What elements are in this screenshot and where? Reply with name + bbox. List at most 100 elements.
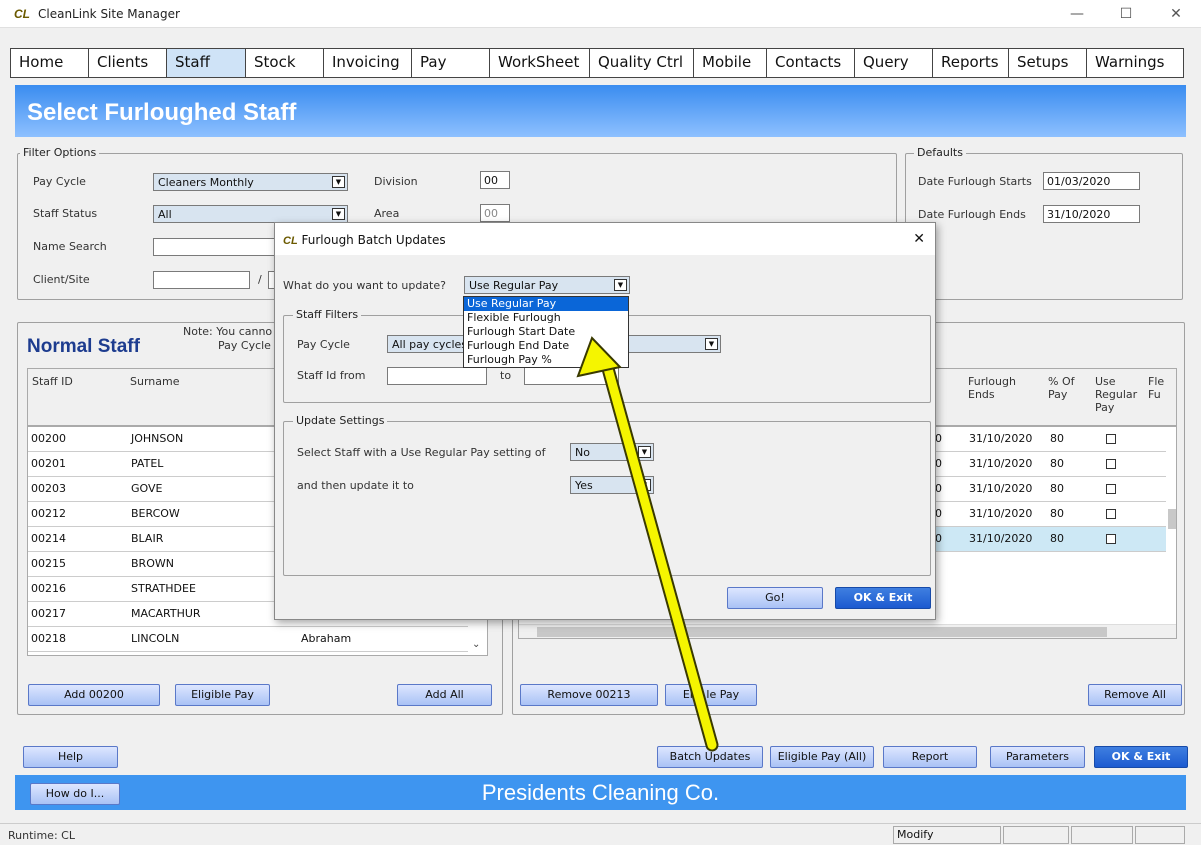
staff-id-from-label: Staff Id from — [297, 369, 366, 382]
runtime-status: Runtime: CL — [8, 829, 75, 842]
close-window-button[interactable]: ✕ — [1161, 4, 1191, 24]
normal-staff-title: Normal Staff — [27, 336, 140, 357]
dialog-ok-exit-button[interactable]: OK & Exit — [835, 587, 931, 609]
how-do-i-button[interactable]: How do I... — [30, 783, 120, 805]
menu-setups[interactable]: Setups — [1009, 49, 1087, 77]
window-title: CleanLink Site Manager — [38, 7, 180, 21]
client-input[interactable] — [153, 271, 250, 289]
col-staff-id[interactable]: Staff ID — [32, 375, 73, 388]
menu-worksheet[interactable]: WorkSheet — [490, 49, 590, 77]
what-to-update-select[interactable]: Use Regular Pay ▼ — [464, 276, 630, 294]
menu-query[interactable]: Query — [855, 49, 933, 77]
menu-pay[interactable]: Pay — [412, 49, 490, 77]
add-all-button[interactable]: Add All — [397, 684, 492, 706]
add-staff-button[interactable]: Add 00200 — [28, 684, 160, 706]
pay-cycle-select[interactable]: Cleaners Monthly ▼ — [153, 173, 348, 191]
scroll-down-icon[interactable]: ⌄ — [472, 639, 480, 650]
furlough-starts-input[interactable]: 01/03/2020 — [1043, 172, 1140, 190]
pct-cell: 80 — [1050, 482, 1064, 495]
col-flexible-furlough[interactable]: Fle Fu — [1148, 375, 1164, 401]
table-row-selected[interactable]: 2031/10/202080 — [926, 527, 1166, 552]
select-setting-select[interactable]: No ▼ — [570, 443, 654, 461]
col-surname[interactable]: Surname — [130, 375, 179, 388]
staff-status-value: All — [158, 208, 172, 221]
remove-staff-button[interactable]: Remove 00213 — [520, 684, 658, 706]
pct-cell: 80 — [1050, 432, 1064, 445]
eligible-pay-button[interactable]: Eligible Pay — [175, 684, 270, 706]
surname-cell: LINCOLN — [131, 632, 180, 645]
col-use-regular-pay[interactable]: Use Regular Pay — [1095, 375, 1137, 414]
staff-status-select[interactable]: All ▼ — [153, 205, 348, 223]
menu-staff[interactable]: Staff — [167, 49, 246, 77]
menu-home[interactable]: Home — [11, 49, 89, 77]
ok-exit-button[interactable]: OK & Exit — [1094, 746, 1188, 768]
dialog-pay-cycle-label: Pay Cycle — [297, 338, 350, 351]
select-setting-value: No — [575, 446, 590, 459]
option-furlough-end-date[interactable]: Furlough End Date — [464, 339, 628, 353]
menu-quality-ctrl[interactable]: Quality Ctrl — [590, 49, 694, 77]
vertical-scrollbar-thumb[interactable] — [1168, 509, 1176, 529]
menu-stock[interactable]: Stock — [246, 49, 324, 77]
staff-id-cell: 00203 — [31, 482, 66, 495]
name-search-input[interactable] — [153, 238, 283, 256]
remove-all-button[interactable]: Remove All — [1088, 684, 1182, 706]
staff-id-from-input[interactable] — [387, 367, 487, 385]
eligible-pay-all-button[interactable]: Eligible Pay (All) — [770, 746, 874, 768]
chevron-down-icon: ▼ — [638, 479, 651, 491]
status-cell — [1003, 826, 1069, 844]
furlough-ends-cell: 31/10/2020 — [969, 432, 1033, 445]
use-regular-pay-checkbox[interactable] — [1106, 534, 1116, 544]
table-row[interactable]: 2031/10/202080 — [926, 452, 1166, 477]
parameters-button[interactable]: Parameters — [990, 746, 1085, 768]
menu-mobile[interactable]: Mobile — [694, 49, 767, 77]
table-row[interactable]: 2031/10/202080 — [926, 477, 1166, 502]
menu-clients[interactable]: Clients — [89, 49, 167, 77]
option-furlough-start-date[interactable]: Furlough Start Date — [464, 325, 628, 339]
option-flexible-furlough[interactable]: Flexible Furlough — [464, 311, 628, 325]
option-use-regular-pay[interactable]: Use Regular Pay — [464, 297, 628, 311]
maximize-button[interactable]: ☐ — [1111, 4, 1141, 24]
area-input[interactable]: 00 — [480, 204, 510, 222]
option-furlough-pay-pct[interactable]: Furlough Pay % — [464, 353, 628, 367]
minimize-button[interactable]: — — [1062, 4, 1092, 24]
col-pct-of-pay[interactable]: % Of Pay — [1048, 375, 1074, 401]
table-row[interactable]: 2031/10/202080 — [926, 427, 1166, 452]
division-input[interactable]: 00 — [480, 171, 510, 189]
defaults-label: Defaults — [914, 146, 966, 159]
eligible-pay-button-right[interactable]: Elig le Pay — [665, 684, 757, 706]
go-button[interactable]: Go! — [727, 587, 823, 609]
app-logo-icon: CL — [14, 7, 30, 21]
menu-warnings[interactable]: Warnings — [1087, 49, 1183, 77]
staff-id-cell: 00212 — [31, 507, 66, 520]
menu-invoicing[interactable]: Invoicing — [324, 49, 412, 77]
use-regular-pay-checkbox[interactable] — [1106, 484, 1116, 494]
name-search-label: Name Search — [33, 240, 107, 253]
chevron-down-icon: ▼ — [705, 338, 718, 350]
furlough-ends-input[interactable]: 31/10/2020 — [1043, 205, 1140, 223]
table-row[interactable]: 00218 LINCOLN Abraham — [28, 627, 468, 652]
chevron-down-icon: ▼ — [614, 279, 627, 291]
report-button[interactable]: Report — [883, 746, 977, 768]
what-to-update-options: Use Regular Pay Flexible Furlough Furlou… — [463, 296, 629, 368]
help-button[interactable]: Help — [23, 746, 118, 768]
horizontal-scrollbar-thumb[interactable] — [537, 627, 1107, 637]
furloughed-grid-header: n Furlough Ends % Of Pay Use Regular Pay… — [925, 368, 1177, 426]
horizontal-scrollbar[interactable] — [519, 624, 1176, 638]
batch-updates-button[interactable]: Batch Updates — [657, 746, 763, 768]
staff-id-to-input[interactable] — [524, 367, 619, 385]
staff-id-to-label: to — [500, 369, 512, 382]
table-row[interactable]: 2031/10/202080 — [926, 502, 1166, 527]
surname-cell: BROWN — [131, 557, 174, 570]
surname-cell: BERCOW — [131, 507, 180, 520]
update-to-label: and then update it to — [297, 479, 414, 492]
use-regular-pay-checkbox[interactable] — [1106, 459, 1116, 469]
use-regular-pay-checkbox[interactable] — [1106, 434, 1116, 444]
select-staff-label: Select Staff with a Use Regular Pay sett… — [297, 446, 546, 459]
dialog-close-button[interactable]: ✕ — [913, 231, 925, 247]
update-to-select[interactable]: Yes ▼ — [570, 476, 654, 494]
menu-contacts[interactable]: Contacts — [767, 49, 855, 77]
col-furlough-ends[interactable]: Furlough Ends — [968, 375, 1016, 401]
pct-cell: 80 — [1050, 507, 1064, 520]
use-regular-pay-checkbox[interactable] — [1106, 509, 1116, 519]
menu-reports[interactable]: Reports — [933, 49, 1009, 77]
